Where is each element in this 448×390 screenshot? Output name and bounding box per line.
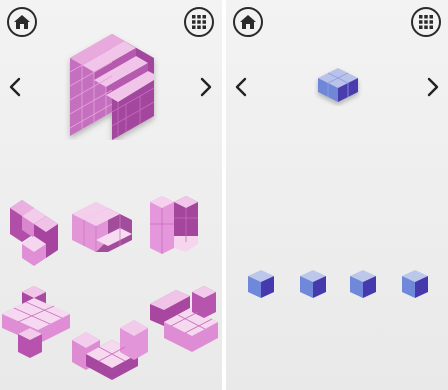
grid-menu-icon bbox=[192, 15, 206, 29]
piece-4[interactable] bbox=[0, 282, 74, 360]
chevron-left-icon bbox=[9, 77, 21, 97]
home-icon bbox=[240, 15, 256, 29]
home-button[interactable] bbox=[7, 7, 37, 37]
piece-2[interactable] bbox=[70, 200, 138, 258]
piece-3[interactable] bbox=[348, 268, 378, 300]
next-level-button[interactable] bbox=[197, 76, 215, 98]
piece-2[interactable] bbox=[298, 268, 328, 300]
piece-6[interactable] bbox=[146, 282, 222, 358]
level-menu-button[interactable] bbox=[411, 7, 441, 37]
target-shape bbox=[318, 68, 358, 102]
chevron-left-icon bbox=[235, 77, 247, 97]
grid-menu-icon bbox=[419, 15, 433, 29]
previous-level-button[interactable] bbox=[6, 76, 24, 98]
next-level-button[interactable] bbox=[424, 76, 442, 98]
left-puzzle-panel bbox=[0, 0, 222, 390]
right-puzzle-panel bbox=[226, 0, 448, 390]
piece-1[interactable] bbox=[246, 268, 276, 300]
home-icon bbox=[14, 15, 30, 29]
home-button[interactable] bbox=[233, 7, 263, 37]
level-menu-button[interactable] bbox=[184, 7, 214, 37]
piece-5[interactable] bbox=[68, 318, 154, 382]
chevron-right-icon bbox=[200, 77, 212, 97]
chevron-right-icon bbox=[427, 77, 439, 97]
piece-4[interactable] bbox=[400, 268, 430, 300]
piece-3[interactable] bbox=[146, 194, 202, 258]
target-shape bbox=[69, 34, 155, 140]
previous-level-button[interactable] bbox=[232, 76, 250, 98]
piece-1[interactable] bbox=[6, 194, 62, 270]
